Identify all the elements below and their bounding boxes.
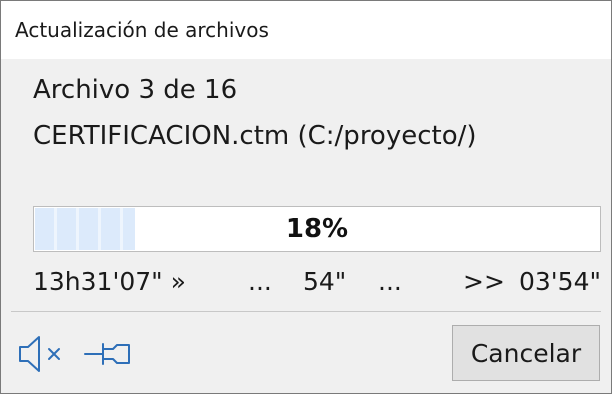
remaining-time-marker: >> — [463, 267, 505, 296]
footer-divider — [11, 311, 601, 312]
current-file-label: CERTIFICACION.ctm (C:/proyecto/) — [33, 121, 477, 151]
elapsed-time: 13h31'07" » — [33, 267, 186, 296]
update-dialog: Actualización de archivos Archivo 3 de 1… — [0, 0, 612, 394]
pin-icon[interactable] — [83, 339, 133, 373]
current-file-time: 54" — [303, 267, 347, 296]
cancel-button[interactable]: Cancelar — [452, 325, 600, 381]
time-separator: ... — [248, 267, 272, 296]
remaining-time: 03'54" — [519, 267, 601, 296]
window-title: Actualización de archivos — [15, 18, 269, 42]
time-separator: ... — [378, 267, 402, 296]
title-bar: Actualización de archivos — [1, 1, 611, 59]
speaker-muted-icon[interactable] — [17, 333, 69, 379]
progress-percent-label: 18% — [285, 214, 349, 244]
progress-bar: 18% — [33, 206, 601, 252]
file-count-label: Archivo 3 de 16 — [33, 75, 238, 105]
